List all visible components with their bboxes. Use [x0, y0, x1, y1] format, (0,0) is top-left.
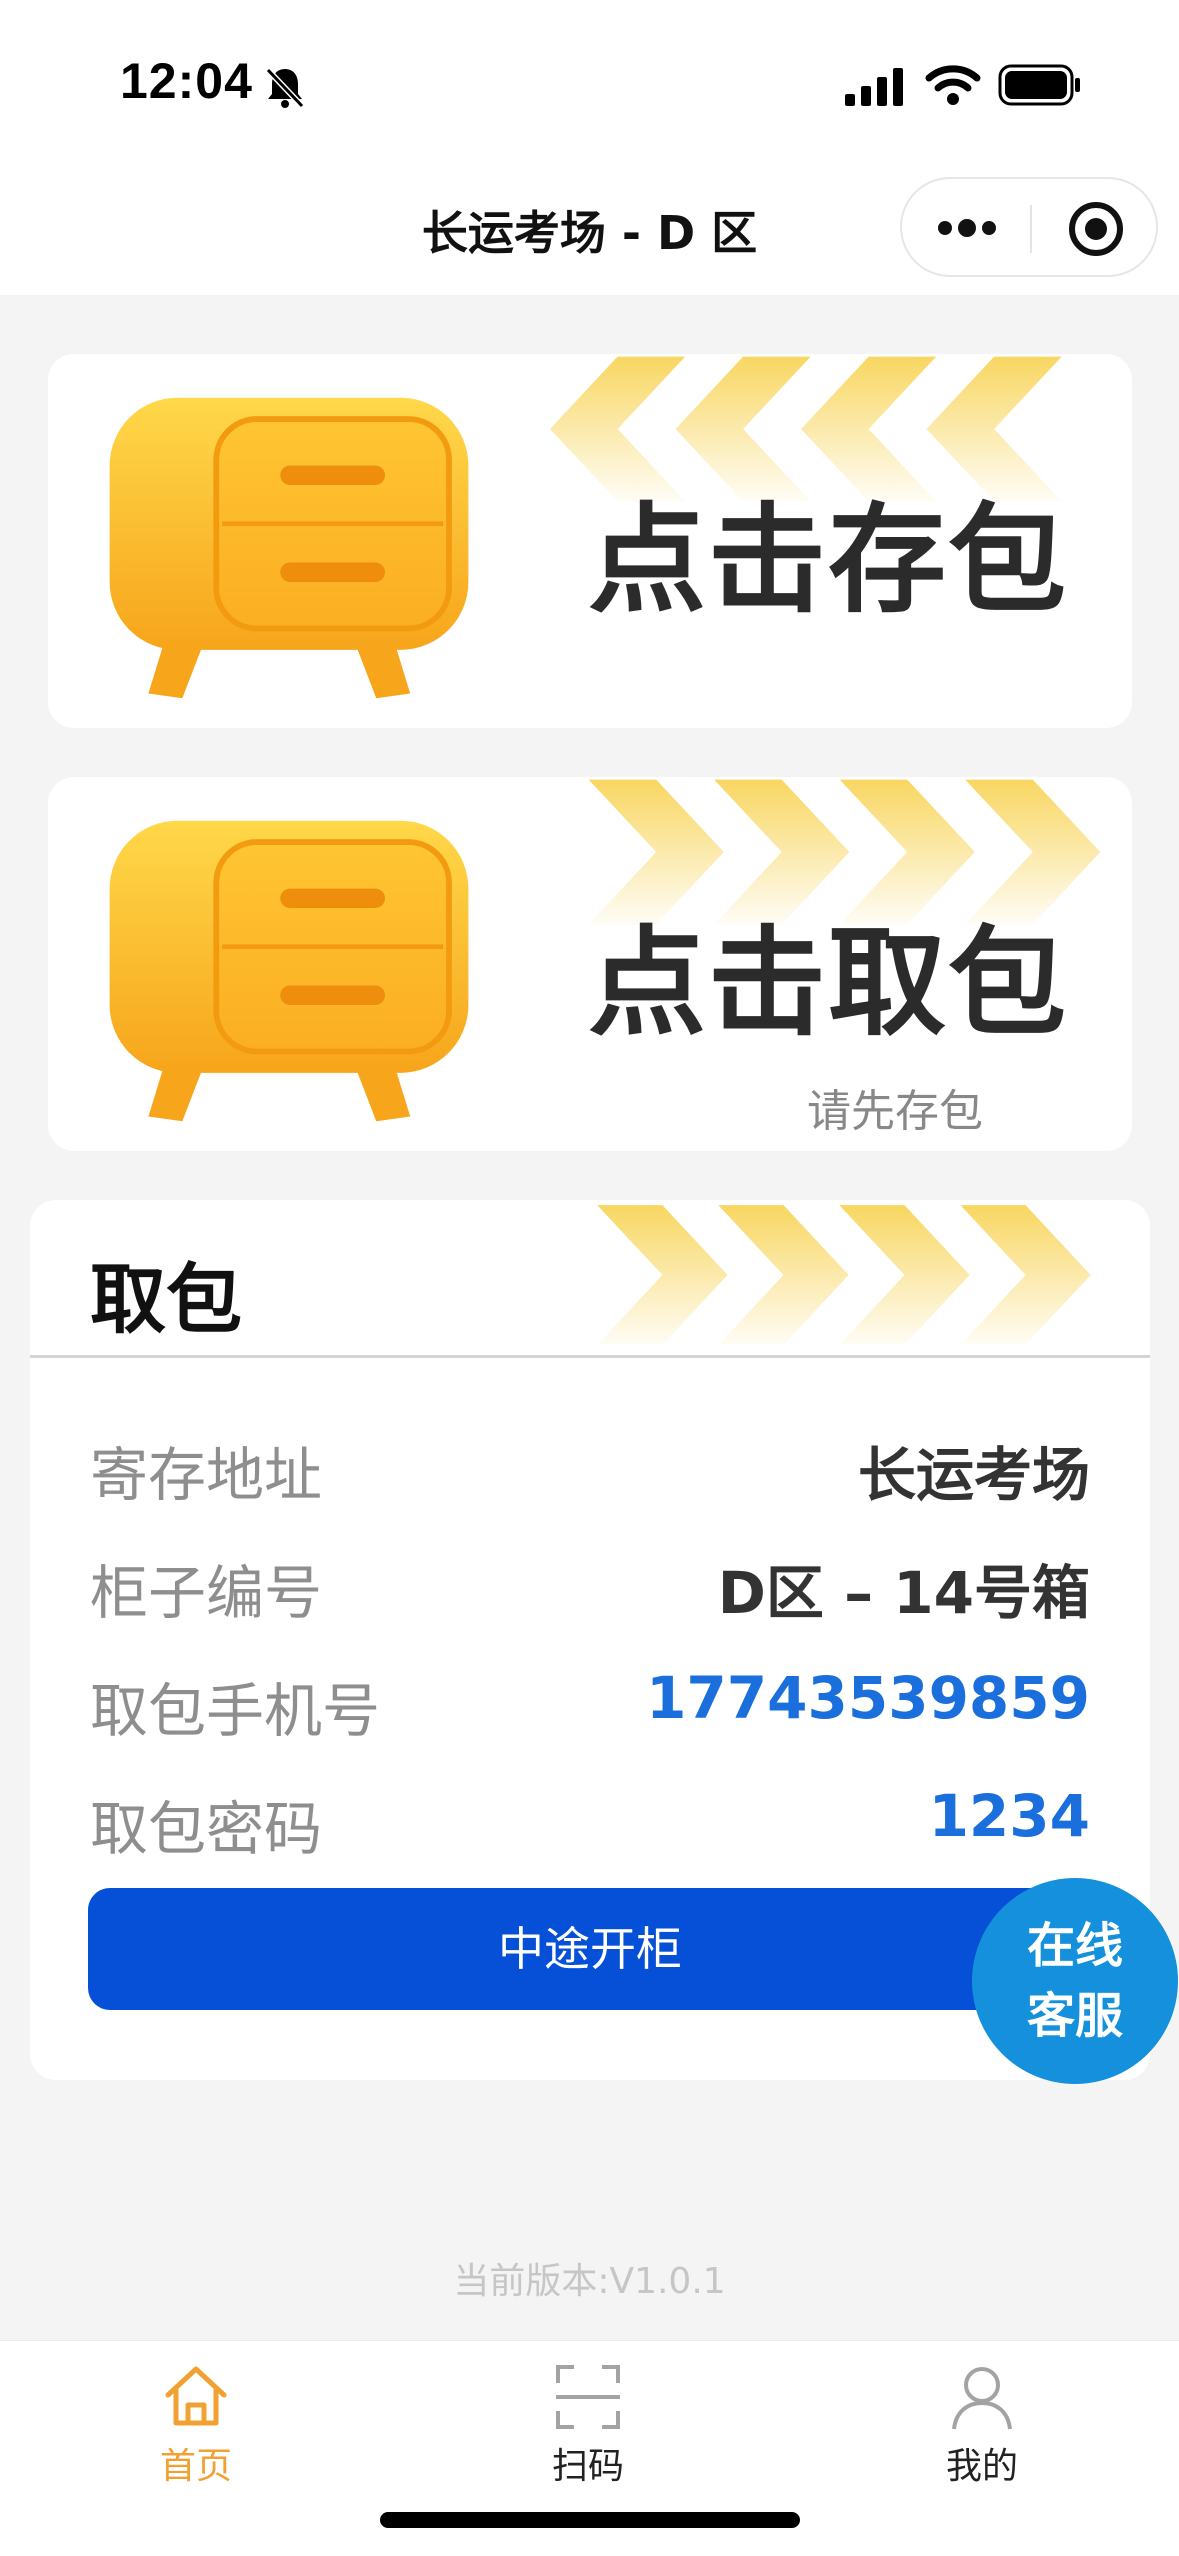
scan-icon — [556, 2365, 620, 2429]
info-value: 长运考场 — [857, 1441, 1090, 1509]
phone-value[interactable]: 17743539859 — [646, 1664, 1090, 1732]
info-label: 寄存地址 — [90, 1441, 323, 1509]
tab-label: 首页 — [159, 2446, 232, 2487]
info-row-phone: 取包手机号 17743539859 — [90, 1656, 1090, 1745]
tab-mine[interactable]: 我的 — [882, 2361, 1082, 2501]
mini-program-capsule — [900, 177, 1158, 277]
divider — [30, 1355, 1150, 1358]
info-label: 柜子编号 — [90, 1559, 323, 1627]
tab-label: 我的 — [945, 2446, 1018, 2487]
store-bag-card[interactable]: 点击存包 — [48, 354, 1132, 728]
target-icon[interactable] — [1066, 199, 1126, 259]
home-indicator — [380, 2512, 800, 2528]
chevron-decoration — [597, 1205, 1091, 1345]
pick-bag-card[interactable]: 点击取包 请先存包 — [48, 777, 1132, 1151]
signal-icon — [845, 68, 903, 106]
cabinet-icon — [94, 388, 484, 708]
pick-bag-label: 点击取包 — [587, 914, 1068, 1052]
user-icon — [952, 2367, 1012, 2430]
pick-bag-hint: 请先存包 — [807, 1086, 983, 1137]
info-row-password: 取包密码 1234 — [90, 1774, 1090, 1863]
open-locker-button[interactable]: 中途开柜 — [88, 1888, 1092, 2010]
store-bag-label: 点击存包 — [587, 491, 1068, 629]
tab-scan[interactable]: 扫码 — [488, 2361, 688, 2501]
info-label: 取包手机号 — [90, 1677, 381, 1745]
info-row-address: 寄存地址 长运考场 — [90, 1420, 1090, 1509]
customer-service-button[interactable]: 在线 客服 — [972, 1878, 1178, 2084]
cabinet-icon — [94, 811, 484, 1131]
version-text: 当前版本:V1.0.1 — [453, 2261, 726, 2302]
password-value: 1234 — [928, 1782, 1090, 1850]
bell-off-icon — [265, 67, 305, 109]
home-icon — [165, 2366, 227, 2426]
more-icon[interactable] — [936, 217, 998, 239]
status-time: 12:04 — [120, 53, 253, 109]
nav-bar: 长运考场 - D 区 — [0, 175, 1179, 295]
capsule-divider — [1030, 205, 1032, 253]
service-line-2: 客服 — [1026, 1988, 1123, 2044]
battery-icon — [998, 64, 1080, 106]
info-value: D区 – 14号箱 — [717, 1559, 1090, 1627]
panel-title: 取包 — [90, 1255, 242, 1344]
tab-home[interactable]: 首页 — [96, 2361, 296, 2501]
service-line-1: 在线 — [1026, 1918, 1123, 1974]
info-row-locker: 柜子编号 D区 – 14号箱 — [90, 1538, 1090, 1627]
tab-label: 扫码 — [551, 2446, 624, 2487]
status-bar: 12:04 — [0, 0, 1179, 175]
info-label: 取包密码 — [90, 1795, 323, 1863]
wifi-icon — [925, 65, 981, 105]
